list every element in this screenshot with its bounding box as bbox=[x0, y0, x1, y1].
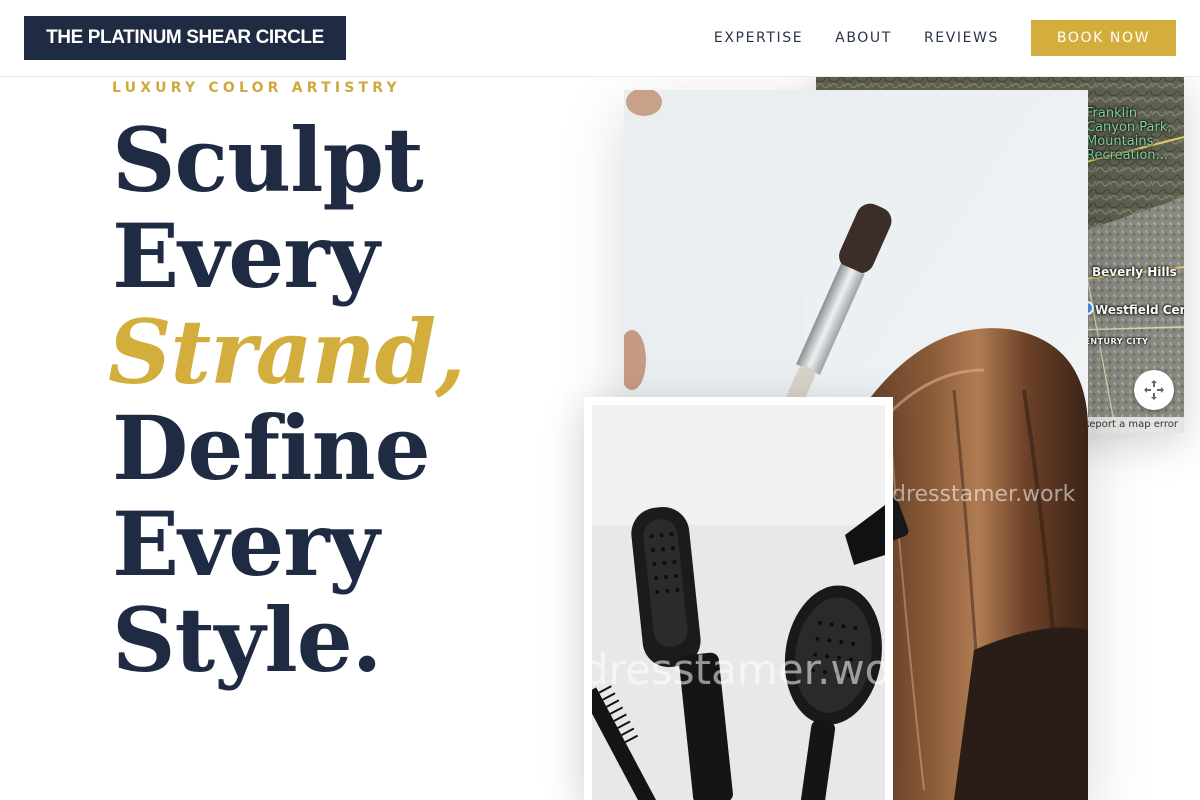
nav-link-expertise[interactable]: EXPERTISE bbox=[714, 30, 803, 46]
map-label-beverly-hills: Beverly Hills bbox=[1092, 265, 1177, 279]
fullscreen-icon bbox=[1144, 380, 1164, 400]
map-report-error-link[interactable]: Report a map error bbox=[1074, 417, 1184, 433]
headline-line: Style. bbox=[112, 588, 382, 692]
headline-line: Every bbox=[112, 204, 380, 308]
hero-headline: Sculpt Every Strand, Define Every Style. bbox=[108, 108, 466, 692]
hair-tools-photo: dresstamer.work bbox=[592, 405, 885, 800]
headline-line: Define bbox=[112, 396, 431, 500]
map-label-city: CENTURY CITY bbox=[1078, 337, 1149, 346]
hero-kicker: LUXURY COLOR ARTISTRY bbox=[112, 80, 401, 96]
map-label-westfield: Westfield Cent bbox=[1095, 303, 1184, 317]
map-fullscreen-button[interactable] bbox=[1134, 370, 1174, 410]
brand-logo[interactable]: THE PLATINUM SHEAR CIRCLE bbox=[24, 16, 346, 60]
headline-line: Sculpt bbox=[112, 108, 424, 212]
site-header: THE PLATINUM SHEAR CIRCLE EXPERTISE ABOU… bbox=[0, 0, 1200, 77]
headline-line: Every bbox=[112, 492, 380, 596]
nav-link-about[interactable]: ABOUT bbox=[835, 30, 892, 46]
book-now-button[interactable]: BOOK NOW bbox=[1031, 20, 1176, 56]
tools-photo-frame: dresstamer.work bbox=[584, 397, 893, 800]
main-nav: EXPERTISE ABOUT REVIEWS BOOK NOW bbox=[714, 20, 1176, 56]
nav-link-reviews[interactable]: REVIEWS bbox=[924, 30, 999, 46]
map-label-park: Franklin Canyon Park, Mountains Recreati… bbox=[1086, 106, 1172, 163]
hair-tools-image bbox=[592, 405, 885, 800]
headline-accent-line: Strand, bbox=[108, 300, 466, 404]
